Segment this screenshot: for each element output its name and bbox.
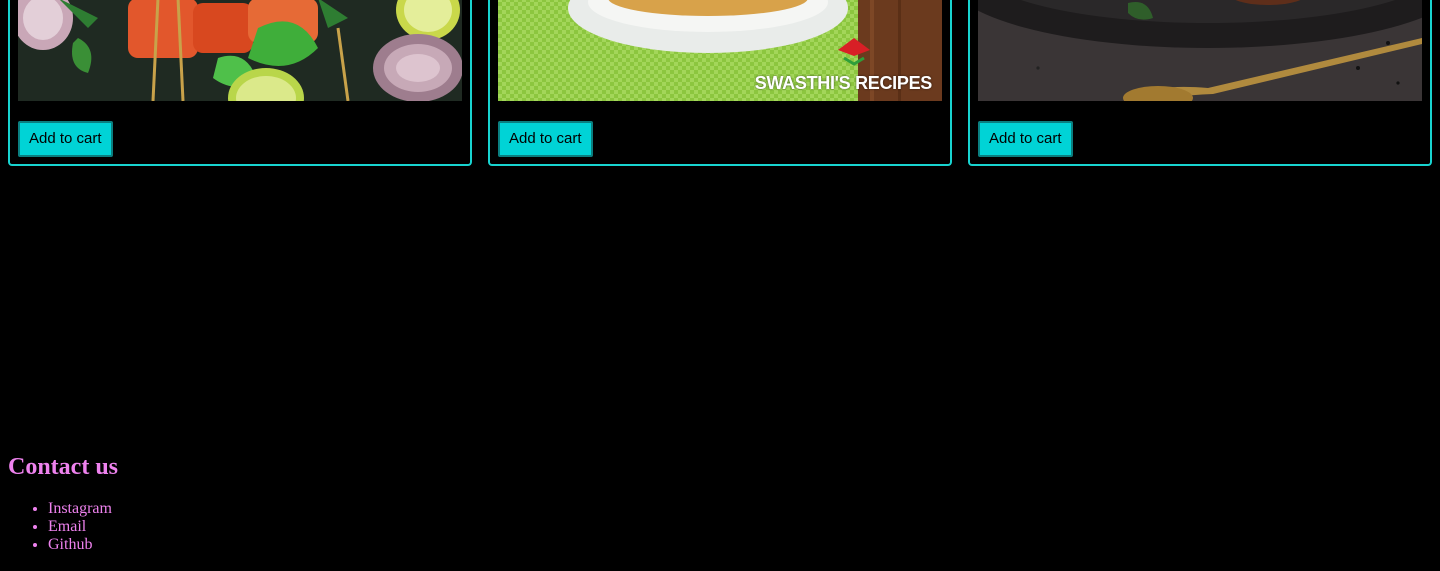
add-to-cart-button[interactable]: Add to cart bbox=[498, 121, 593, 157]
paneer-tikka-image bbox=[18, 0, 462, 101]
product-image bbox=[978, 0, 1422, 101]
instagram-label[interactable]: Instagram bbox=[48, 500, 112, 517]
add-to-cart-button[interactable]: Add to cart bbox=[978, 121, 1073, 157]
contact-links-list: Instagram Email Github bbox=[8, 500, 118, 554]
contact-link-email[interactable]: Email bbox=[48, 518, 118, 536]
product-image: SWASTHI'S RECIPES bbox=[498, 0, 942, 101]
contact-link-instagram[interactable]: Instagram bbox=[48, 500, 118, 518]
dish-image bbox=[978, 0, 1422, 101]
github-label[interactable]: Github bbox=[48, 536, 92, 553]
contact-footer: Contact us Instagram Email Github bbox=[8, 450, 118, 554]
email-label[interactable]: Email bbox=[48, 518, 86, 535]
product-card: Add to cart bbox=[968, 0, 1432, 166]
add-to-cart-button[interactable]: Add to cart bbox=[18, 121, 113, 157]
product-card: SWASTHI'S RECIPES Add to cart bbox=[488, 0, 952, 166]
contact-link-github[interactable]: Github bbox=[48, 536, 118, 554]
product-image bbox=[18, 0, 462, 101]
product-card: Add to cart bbox=[8, 0, 472, 166]
contact-heading: Contact us bbox=[8, 454, 119, 480]
watermark-text: SWASTHI'S RECIPES bbox=[754, 73, 933, 93]
product-grid: Add to cart SWASTHI'S RECIPES Add to car… bbox=[8, 0, 1432, 168]
